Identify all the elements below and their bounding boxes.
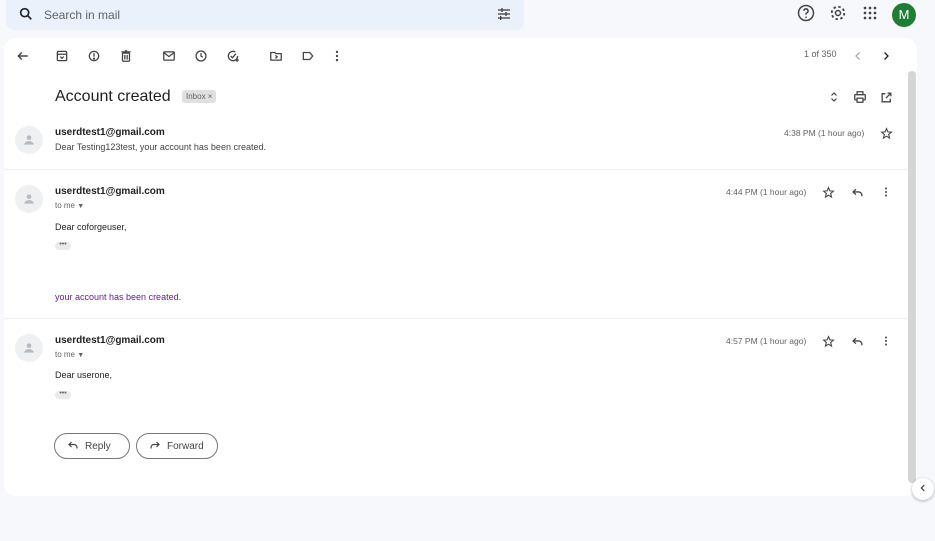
folder-move-icon[interactable] xyxy=(267,47,285,65)
top-bar: Search in mail M xyxy=(0,0,935,30)
chevron-left-icon xyxy=(918,480,928,498)
sender-avatar xyxy=(15,126,43,154)
archive-icon[interactable] xyxy=(53,47,71,65)
thread-subject: Account created xyxy=(55,88,171,105)
search-icon[interactable] xyxy=(18,6,34,27)
pager-count: 1 of 350 xyxy=(804,49,837,59)
forward-button[interactable]: Forward xyxy=(136,433,218,459)
side-panel-toggle[interactable] xyxy=(912,478,934,500)
sender-avatar xyxy=(15,334,43,362)
gear-icon[interactable] xyxy=(828,3,848,28)
more-vert-icon[interactable] xyxy=(879,185,893,199)
search-bar[interactable]: Search in mail xyxy=(6,0,524,30)
reply-button[interactable]: Reply xyxy=(54,433,130,459)
forward-icon xyxy=(149,439,161,454)
chevron-down-icon[interactable]: ▼ xyxy=(77,203,84,210)
message-body: your account has been created. xyxy=(55,292,182,302)
message-greeting: Dear coforgeuser, xyxy=(55,222,127,232)
more-vert-icon[interactable] xyxy=(328,47,346,65)
expand-collapse-icon[interactable] xyxy=(825,88,843,106)
reply-icon[interactable] xyxy=(850,185,864,199)
star-icon[interactable] xyxy=(879,126,893,140)
chevron-right-icon[interactable] xyxy=(877,47,895,65)
label-icon[interactable] xyxy=(299,47,317,65)
reply-button-label: Reply xyxy=(85,440,111,452)
show-trimmed-content-button[interactable]: ••• xyxy=(55,390,71,399)
search-input[interactable]: Search in mail xyxy=(44,8,120,22)
chevron-down-icon[interactable]: ▼ xyxy=(77,352,84,359)
message-separator xyxy=(4,318,908,319)
star-icon[interactable] xyxy=(821,334,835,348)
message-sender[interactable]: userdtest1@gmail.com xyxy=(55,127,165,138)
message-separator xyxy=(4,169,908,170)
message-time: 4:44 PM (1 hour ago) xyxy=(726,187,807,197)
message-panel: 1 of 350 Account created Inbox × userdte… xyxy=(4,38,917,496)
recipient-label: to me xyxy=(55,350,76,359)
apps-grid-icon[interactable] xyxy=(860,3,880,28)
message-snippet[interactable]: Dear Testing123test, your account has be… xyxy=(55,142,266,152)
trash-icon[interactable] xyxy=(117,47,135,65)
print-icon[interactable] xyxy=(851,88,869,106)
scrollbar[interactable] xyxy=(908,71,916,483)
message-greeting: Dear userone, xyxy=(55,370,113,380)
mail-icon[interactable] xyxy=(160,47,178,65)
account-avatar[interactable]: M xyxy=(892,3,916,27)
message-sender[interactable]: userdtest1@gmail.com xyxy=(55,335,165,346)
show-trimmed-content-button[interactable]: ••• xyxy=(55,241,71,250)
message-sender[interactable]: userdtest1@gmail.com xyxy=(55,186,165,197)
message-time: 4:57 PM (1 hour ago) xyxy=(726,336,807,346)
star-icon[interactable] xyxy=(821,185,835,199)
recipient-dropdown[interactable]: to me ▼ xyxy=(55,201,84,210)
arrow-back-icon[interactable] xyxy=(14,47,32,65)
message-time: 4:38 PM (1 hour ago) xyxy=(784,128,865,138)
sender-avatar xyxy=(15,185,43,213)
forward-button-label: Forward xyxy=(167,440,204,452)
clock-icon[interactable] xyxy=(192,47,210,65)
help-icon[interactable] xyxy=(796,3,816,28)
open-new-window-icon[interactable] xyxy=(877,88,895,106)
chevron-left-icon[interactable] xyxy=(849,47,867,65)
recipient-label: to me xyxy=(55,201,76,210)
report-spam-icon[interactable] xyxy=(85,47,103,65)
more-vert-icon[interactable] xyxy=(879,334,893,348)
recipient-dropdown[interactable]: to me ▼ xyxy=(55,350,84,359)
reply-icon[interactable] xyxy=(850,334,864,348)
add-task-icon[interactable] xyxy=(224,47,242,65)
tune-icon[interactable] xyxy=(496,6,512,27)
inbox-label-chip[interactable]: Inbox × xyxy=(182,90,217,103)
reply-icon xyxy=(67,439,79,454)
